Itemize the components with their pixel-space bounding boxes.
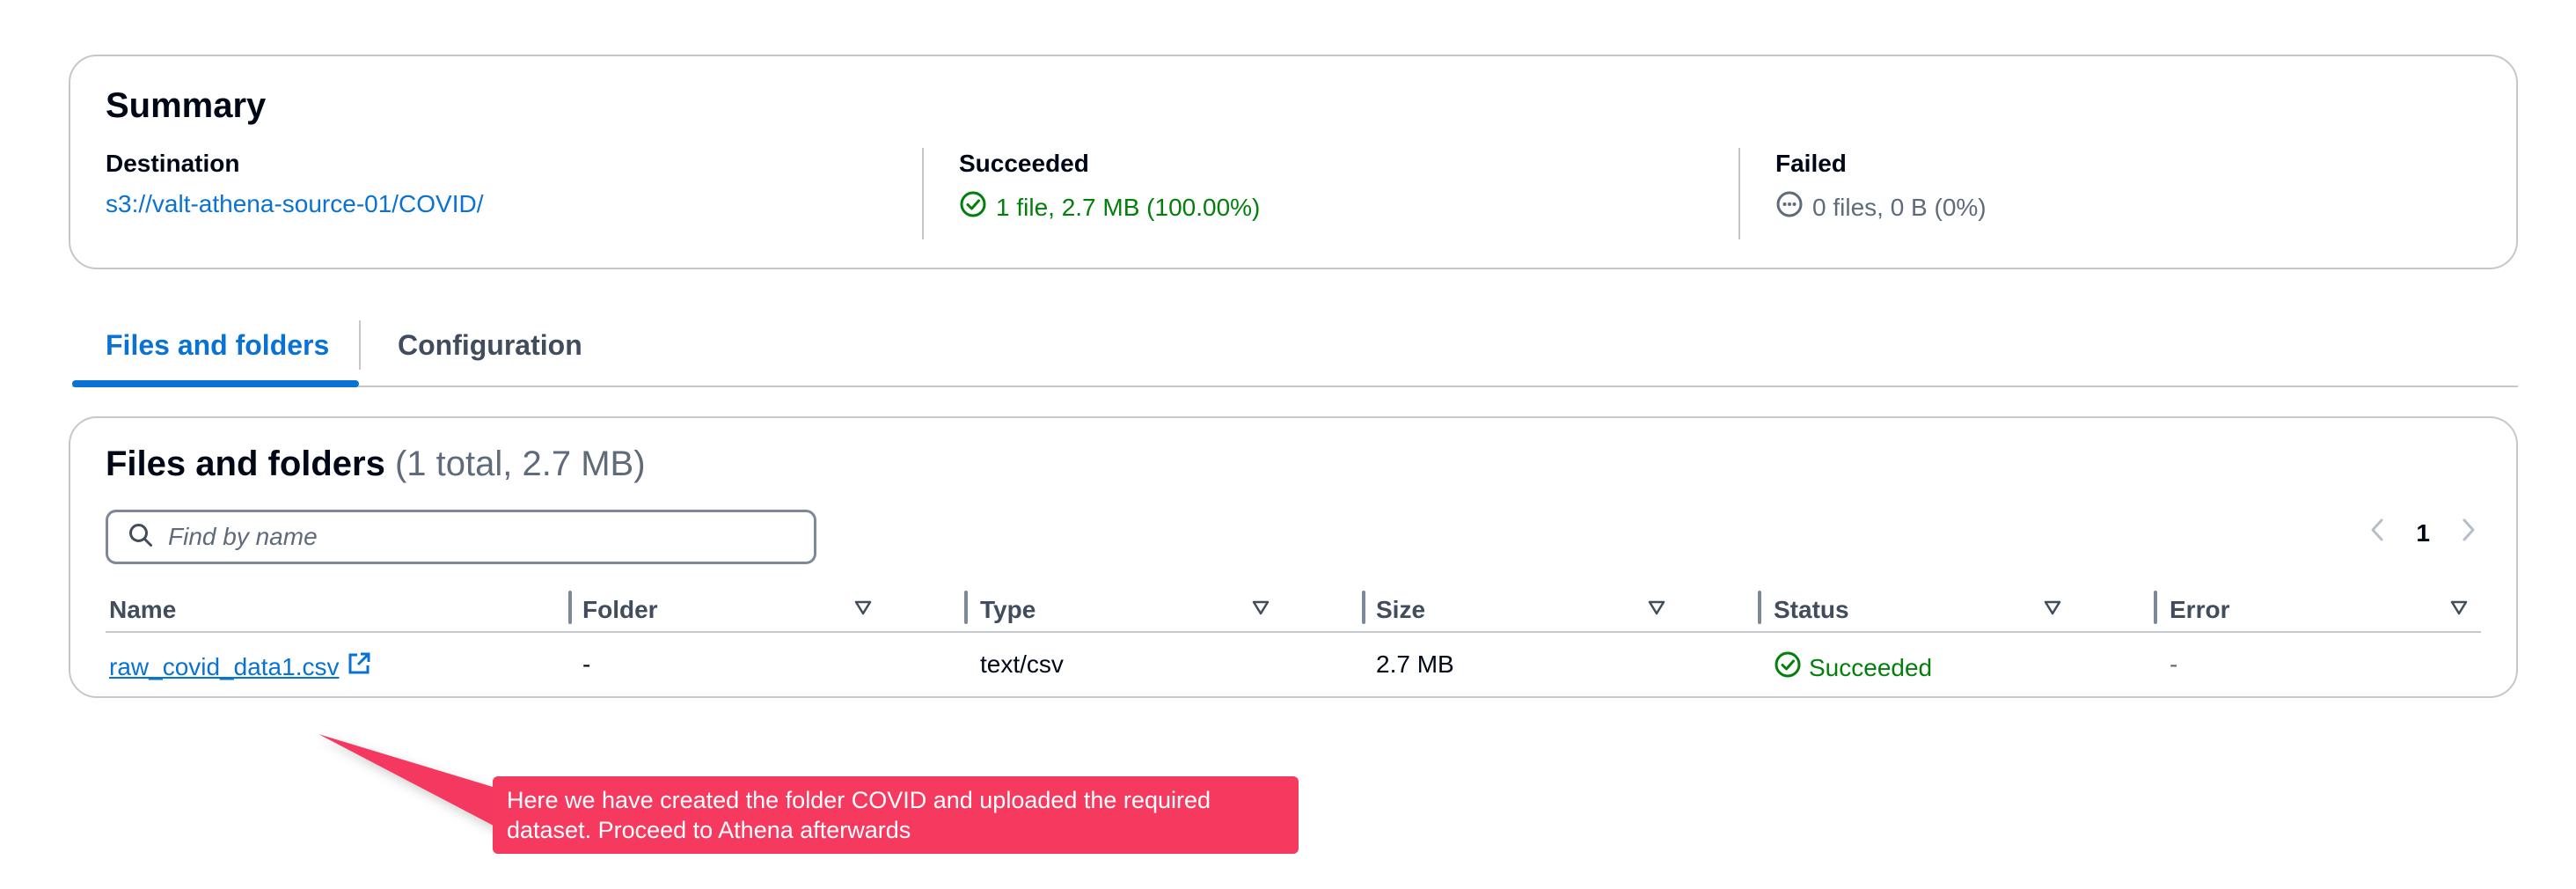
summary-title: Summary xyxy=(106,86,267,125)
search-field[interactable] xyxy=(106,510,816,564)
destination-link[interactable]: s3://valt-athena-source-01/COVID/ xyxy=(106,190,484,218)
chevron-right-icon[interactable] xyxy=(2460,517,2477,549)
status-text: Succeeded xyxy=(1809,653,1933,681)
files-table-container: Files and folders (1 total, 2.7 MB) 1 Na… xyxy=(69,416,2518,698)
succeeded-section: Succeeded 1 file, 2.7 MB (100.00%) xyxy=(922,148,1696,239)
column-resizer[interactable] xyxy=(568,591,572,624)
search-input[interactable] xyxy=(168,523,784,551)
column-resizer[interactable] xyxy=(1362,591,1365,624)
table-header: Name Folder Type Size Status Error xyxy=(106,589,2481,633)
success-check-icon xyxy=(1774,650,1802,685)
destination-label: Destination xyxy=(106,150,240,177)
tab-divider xyxy=(359,320,361,370)
folder-cell: - xyxy=(582,650,591,678)
status-cell: Succeeded xyxy=(1774,650,1932,685)
column-header-type[interactable]: Type xyxy=(980,596,1036,624)
summary-container: Summary Destination s3://valt-athena-sou… xyxy=(69,55,2518,269)
column-header-folder[interactable]: Folder xyxy=(582,596,658,624)
failed-section: Failed 0 files, 0 B (0%) xyxy=(1738,148,2495,239)
column-header-name[interactable]: Name xyxy=(109,596,176,624)
type-cell: text/csv xyxy=(980,650,1064,678)
annotation-callout: Here we have created the folder COVID an… xyxy=(493,776,1299,854)
table-row: raw_covid_data1.csv - text/csv 2.7 MB Su… xyxy=(106,647,2481,686)
succeeded-value: 1 file, 2.7 MB (100.00%) xyxy=(996,193,1261,221)
external-link-icon[interactable] xyxy=(346,650,372,683)
search-icon xyxy=(128,522,154,553)
failed-value: 0 files, 0 B (0%) xyxy=(1812,193,1987,221)
file-name-cell: raw_covid_data1.csv xyxy=(109,650,372,683)
error-cell: - xyxy=(2170,650,2178,678)
column-resizer[interactable] xyxy=(964,591,968,624)
sort-caret-icon[interactable] xyxy=(2043,598,2062,621)
destination-section: Destination s3://valt-athena-source-01/C… xyxy=(106,150,880,238)
active-tab-indicator xyxy=(72,380,359,387)
column-header-error[interactable]: Error xyxy=(2170,596,2229,624)
sort-caret-icon[interactable] xyxy=(1647,598,1666,621)
files-table-title: Files and folders (1 total, 2.7 MB) xyxy=(106,444,646,484)
column-header-status[interactable]: Status xyxy=(1774,596,1849,624)
file-name-link[interactable]: raw_covid_data1.csv xyxy=(109,653,339,681)
sort-caret-icon[interactable] xyxy=(1251,598,1270,621)
files-table-count: (1 total, 2.7 MB) xyxy=(394,444,646,483)
column-resizer[interactable] xyxy=(2154,591,2157,624)
page-number[interactable]: 1 xyxy=(2416,519,2430,547)
column-resizer[interactable] xyxy=(1758,591,1761,624)
size-cell: 2.7 MB xyxy=(1376,650,1454,678)
column-header-size[interactable]: Size xyxy=(1376,596,1425,624)
files-table-heading: Files and folders xyxy=(106,444,385,483)
pending-ellipsis-icon xyxy=(1775,190,1804,224)
pagination: 1 xyxy=(2368,517,2477,549)
sort-caret-icon[interactable] xyxy=(853,598,873,621)
tab-files-and-folders[interactable]: Files and folders xyxy=(106,329,329,362)
failed-label: Failed xyxy=(1775,150,1847,177)
sort-caret-icon[interactable] xyxy=(2449,598,2469,621)
tab-configuration[interactable]: Configuration xyxy=(398,329,582,362)
success-check-icon xyxy=(959,190,987,224)
succeeded-label: Succeeded xyxy=(959,150,1089,177)
tab-bar: Files and folders Configuration xyxy=(72,317,2518,387)
chevron-left-icon[interactable] xyxy=(2368,517,2386,549)
